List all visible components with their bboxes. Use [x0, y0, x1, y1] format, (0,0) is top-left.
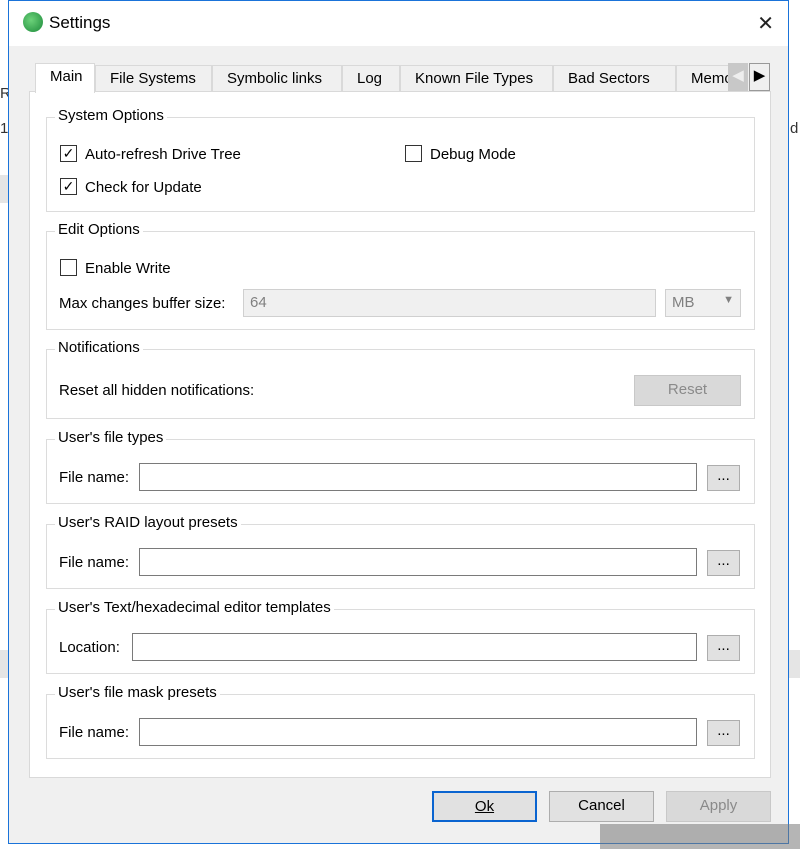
- app-icon: [23, 12, 43, 32]
- raid-presets-input[interactable]: [139, 548, 697, 576]
- file-types-group: User's file types File name: ...: [46, 429, 755, 504]
- enable-write-checkbox[interactable]: [60, 259, 77, 276]
- bg-row: [0, 175, 8, 203]
- tab-label: Bad Sectors: [568, 70, 650, 87]
- tab-bad-sectors[interactable]: Bad Sectors: [553, 65, 676, 92]
- buffer-size-label: Max changes buffer size:: [59, 295, 226, 312]
- cancel-label: Cancel: [578, 797, 625, 814]
- tab-file-systems[interactable]: File Systems: [95, 65, 212, 92]
- settings-dialog: Settings ✕ Main File Systems Symbolic li…: [8, 0, 789, 844]
- group-title: User's file mask presets: [55, 684, 220, 701]
- tab-memo[interactable]: Memo: [676, 65, 736, 92]
- browse-button[interactable]: ...: [707, 635, 740, 661]
- file-name-label: File name:: [59, 554, 130, 571]
- tab-label: Log: [357, 70, 383, 87]
- file-mask-group: User's file mask presets File name: ...: [46, 684, 755, 759]
- close-icon[interactable]: ✕: [757, 11, 774, 36]
- browse-button[interactable]: ...: [707, 720, 740, 746]
- tab-scroll-right-icon[interactable]: ▶: [749, 63, 770, 91]
- file-name-label: File name:: [59, 469, 130, 486]
- browse-button[interactable]: ...: [707, 550, 740, 576]
- reset-button[interactable]: Reset: [634, 375, 741, 406]
- editor-templates-group: User's Text/hexadecimal editor templates…: [46, 599, 755, 674]
- window-title: Settings: [49, 13, 111, 32]
- debug-mode-label: Debug Mode: [430, 146, 516, 163]
- edit-options-group: Edit Options Enable Write Max changes bu…: [46, 221, 755, 330]
- reset-label: Reset all hidden notifications:: [59, 382, 255, 399]
- group-title: System Options: [55, 107, 167, 124]
- unit-value: MB: [672, 294, 695, 311]
- auto-refresh-checkbox[interactable]: ✓: [60, 145, 77, 162]
- group-title: User's Text/hexadecimal editor templates: [55, 599, 334, 616]
- browse-button[interactable]: ...: [707, 465, 740, 491]
- unit-select[interactable]: MB ▼: [665, 289, 741, 317]
- check-update-checkbox[interactable]: ✓: [60, 178, 77, 195]
- raid-presets-group: User's RAID layout presets File name: ..…: [46, 514, 755, 589]
- chevron-down-icon: ▼: [723, 294, 734, 306]
- file-name-label: File name:: [59, 724, 130, 741]
- tab-label: Memo: [691, 70, 733, 87]
- group-title: User's RAID layout presets: [55, 514, 241, 531]
- group-title: Edit Options: [55, 221, 143, 238]
- tab-main[interactable]: Main: [35, 63, 95, 93]
- buffer-size-input[interactable]: 64: [243, 289, 656, 317]
- templates-location-input[interactable]: [132, 633, 697, 661]
- tab-panel-main: System Options ✓ Auto-refresh Drive Tree…: [29, 91, 771, 778]
- title-bar: Settings ✕: [9, 1, 788, 46]
- tab-label: Main: [50, 68, 83, 85]
- check-update-label: Check for Update: [85, 179, 202, 196]
- ok-label: Ok: [474, 798, 495, 815]
- apply-label: Apply: [699, 797, 738, 814]
- notifications-group: Notifications Reset all hidden notificat…: [46, 339, 755, 419]
- cancel-button[interactable]: Cancel: [549, 791, 654, 822]
- tab-log[interactable]: Log: [342, 65, 400, 92]
- tab-known-file-types[interactable]: Known File Types: [400, 65, 553, 92]
- file-mask-input[interactable]: [139, 718, 697, 746]
- auto-refresh-label: Auto-refresh Drive Tree: [85, 146, 241, 163]
- tab-label: Symbolic links: [227, 70, 323, 87]
- enable-write-label: Enable Write: [85, 260, 171, 277]
- ok-button[interactable]: Ok: [432, 791, 537, 822]
- group-title: User's file types: [55, 429, 167, 446]
- tab-symbolic-links[interactable]: Symbolic links: [212, 65, 342, 92]
- group-title: Notifications: [55, 339, 143, 356]
- tab-label: File Systems: [110, 70, 196, 87]
- tab-label: Known File Types: [415, 70, 534, 87]
- apply-button[interactable]: Apply: [666, 791, 771, 822]
- location-label: Location:: [59, 639, 120, 656]
- file-types-input[interactable]: [139, 463, 697, 491]
- debug-mode-checkbox[interactable]: [405, 145, 422, 162]
- system-options-group: System Options ✓ Auto-refresh Drive Tree…: [46, 107, 755, 212]
- tab-scroll-left-icon[interactable]: ◀: [728, 63, 748, 91]
- bg-text: d: [790, 120, 799, 137]
